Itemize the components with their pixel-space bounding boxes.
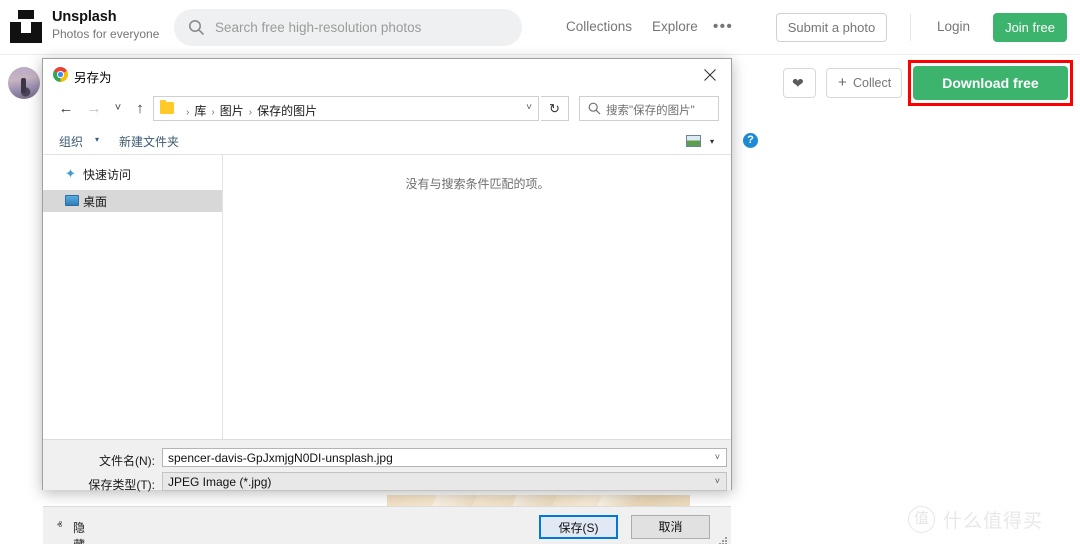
desktop-icon: [65, 195, 79, 206]
sidebar-item-label: 桌面: [83, 195, 108, 209]
filetype-select[interactable]: JPEG Image (*.jpg) ˅: [162, 472, 727, 491]
back-icon[interactable]: ←: [55, 98, 77, 120]
avatar[interactable]: [8, 67, 40, 99]
login-link[interactable]: Login: [937, 19, 970, 34]
breadcrumb-sep: ›: [186, 107, 190, 118]
fields-area: 文件名(N): spencer-davis-GpJxmjgN0DI-unspla…: [43, 439, 731, 492]
up-icon[interactable]: ↑: [129, 98, 151, 120]
header-divider: [910, 14, 911, 41]
new-folder-button[interactable]: 新建文件夹: [119, 133, 179, 150]
star-icon: ✦: [65, 166, 76, 181]
logo-top-block: [18, 10, 34, 19]
folder-icon: [160, 100, 174, 114]
close-icon: [704, 69, 716, 81]
dialog-title: 另存为: [74, 71, 112, 85]
breadcrumb-item-1[interactable]: 图片: [220, 104, 244, 118]
heart-icon: ❤: [792, 75, 804, 91]
join-free-button[interactable]: Join free: [993, 13, 1067, 42]
filename-value: spencer-davis-GpJxmjgN0DI-unsplash.jpg: [168, 451, 393, 465]
dialog-titlebar[interactable]: 另存为: [43, 59, 731, 91]
close-button[interactable]: [689, 59, 731, 90]
view-mode-icon[interactable]: [686, 135, 701, 147]
filename-label: 文件名(N):: [99, 454, 155, 468]
chevron-down-icon[interactable]: ˅: [715, 452, 720, 462]
breadcrumb: › 库 › 图片 › 保存的图片: [181, 102, 317, 119]
organize-button[interactable]: 组织: [59, 133, 83, 150]
chevron-down-icon[interactable]: ▾: [95, 135, 99, 144]
chevron-down-icon[interactable]: ▾: [710, 137, 714, 146]
unsplash-logo-icon[interactable]: [10, 10, 46, 44]
empty-list-message: 没有与搜索条件匹配的项。: [405, 177, 550, 191]
cancel-button[interactable]: 取消: [631, 515, 710, 539]
sidebar-item-desktop[interactable]: 桌面: [43, 190, 222, 212]
breadcrumb-sep: ›: [248, 107, 253, 118]
breadcrumb-item-0[interactable]: 库: [194, 104, 206, 118]
filetype-value: JPEG Image (*.jpg): [168, 475, 272, 489]
breadcrumb-item-2[interactable]: 保存的图片: [257, 104, 317, 118]
site-search-placeholder: Search free high-resolution photos: [215, 20, 422, 35]
breadcrumb-sep: ›: [211, 107, 215, 118]
dialog-search-placeholder: 搜索"保存的图片": [606, 105, 695, 117]
site-search-input[interactable]: Search free high-resolution photos: [174, 9, 522, 46]
filename-input[interactable]: spencer-davis-GpJxmjgN0DI-unsplash.jpg ˅: [162, 448, 727, 467]
site-header: Unsplash Photos for everyone Search free…: [0, 0, 1080, 55]
dialog-search-input[interactable]: 搜索"保存的图片": [579, 96, 719, 121]
collect-label: Collect: [853, 76, 892, 90]
address-bar-row: ← → ˅ ↑ › 库 › 图片 › 保存的图片 ˅ ↻ 搜索"保存的图片": [43, 91, 731, 127]
search-icon: [189, 20, 205, 36]
collect-button[interactable]: + Collect: [826, 68, 902, 98]
command-bar: 组织 ▾ 新建文件夹 ▾ ?: [43, 127, 758, 155]
search-icon: [588, 102, 601, 115]
address-bar[interactable]: › 库 › 图片 › 保存的图片 ˅: [153, 96, 539, 121]
filetype-label: 保存类型(T):: [88, 478, 155, 492]
chevron-up-icon: ⱏ: [57, 520, 62, 531]
dialog-body: ✦ 快速访问 桌面 没有与搜索条件匹配的项。: [43, 155, 731, 439]
navigation-pane: ✦ 快速访问 桌面: [43, 155, 223, 439]
logo-notch: [21, 22, 31, 33]
save-button[interactable]: 保存(S): [539, 515, 618, 539]
like-button[interactable]: ❤: [783, 68, 816, 98]
dialog-footer: ⱏ 隐藏文件夹 保存(S) 取消: [43, 506, 731, 544]
sidebar-item-label: 快速访问: [83, 168, 132, 182]
nav-collections[interactable]: Collections: [566, 19, 632, 34]
screen: Unsplash Photos for everyone Search free…: [0, 0, 1080, 544]
chevron-down-icon[interactable]: ˅: [526, 102, 532, 113]
brand-name: Unsplash: [52, 9, 117, 25]
plus-icon: +: [838, 74, 847, 91]
forward-icon[interactable]: →: [83, 98, 105, 120]
watermark-logo-icon: 值: [908, 505, 935, 533]
refresh-button[interactable]: ↻: [541, 96, 569, 121]
sidebar-item-quick-access[interactable]: ✦ 快速访问: [43, 163, 222, 185]
save-as-dialog: 另存为 ← → ˅ ↑ › 库 › 图片 › 保存的图片 ˅ ↻ 搜索"保存的图…: [42, 58, 758, 544]
brand-tagline: Photos for everyone: [52, 27, 160, 41]
watermark-text: 什么值得买: [943, 510, 1044, 532]
chevron-down-icon[interactable]: ˅: [715, 476, 720, 486]
watermark: 值 什么值得买: [908, 503, 1043, 535]
chrome-icon: [53, 67, 68, 82]
download-free-button[interactable]: Download free: [913, 66, 1068, 100]
help-icon[interactable]: ?: [743, 133, 758, 148]
hide-folders-label: 隐藏文件夹: [73, 521, 86, 544]
resize-grip[interactable]: [718, 537, 728, 544]
nav-more-icon[interactable]: •••: [713, 18, 733, 35]
file-list[interactable]: 没有与搜索条件匹配的项。: [224, 155, 731, 439]
nav-explore[interactable]: Explore: [652, 19, 698, 34]
recent-locations-icon[interactable]: ˅: [107, 98, 129, 120]
submit-photo-button[interactable]: Submit a photo: [776, 13, 887, 42]
